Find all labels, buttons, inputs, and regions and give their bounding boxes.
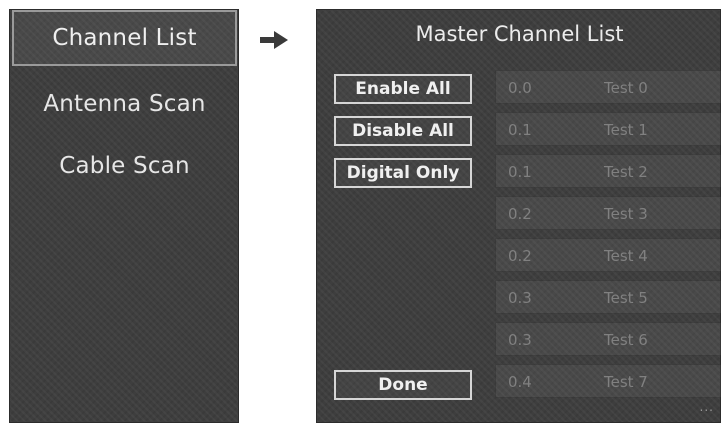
master-channel-list-panel: Master Channel List Enable All Disable A… — [316, 9, 721, 423]
menu-item-label: Channel List — [52, 25, 197, 51]
disable-all-button[interactable]: Disable All — [334, 116, 472, 146]
right-arrow-icon — [260, 31, 288, 49]
channel-name: Test 1 — [604, 121, 648, 139]
channel-number: 0.2 — [508, 247, 532, 265]
channel-name: Test 2 — [604, 163, 648, 181]
channel-row[interactable]: 0.3 Test 5 — [495, 280, 721, 314]
channel-row[interactable]: 0.1 Test 2 — [495, 154, 721, 188]
channel-row[interactable]: 0.3 Test 6 — [495, 322, 721, 356]
channel-number: 0.4 — [508, 373, 532, 391]
menu-item-label: Antenna Scan — [43, 91, 206, 117]
channel-name: Test 7 — [604, 373, 648, 391]
channel-name: Test 3 — [604, 205, 648, 223]
done-button[interactable]: Done — [334, 370, 472, 400]
channel-number: 0.3 — [508, 289, 532, 307]
channel-name: Test 5 — [604, 289, 648, 307]
digital-only-button[interactable]: Digital Only — [334, 158, 472, 188]
channel-row[interactable]: 0.1 Test 1 — [495, 112, 721, 146]
channel-row[interactable]: 0.2 Test 3 — [495, 196, 721, 230]
channel-row[interactable]: 0.2 Test 4 — [495, 238, 721, 272]
channel-row[interactable]: 0.4 Test 7 — [495, 364, 721, 398]
channel-number: 0.2 — [508, 205, 532, 223]
menu-item-cable-scan[interactable]: Cable Scan — [12, 138, 237, 194]
channel-number: 0.1 — [508, 121, 532, 139]
channel-name: Test 6 — [604, 331, 648, 349]
menu-item-label: Cable Scan — [59, 153, 190, 179]
channel-name: Test 4 — [604, 247, 648, 265]
channel-number: 0.3 — [508, 331, 532, 349]
tv-settings-screen: Channel List Antenna Scan Cable Scan Mas… — [0, 0, 721, 423]
channel-menu-panel: Channel List Antenna Scan Cable Scan — [9, 9, 239, 423]
menu-item-antenna-scan[interactable]: Antenna Scan — [12, 76, 237, 132]
panel-title: Master Channel List — [415, 22, 624, 46]
menu-item-channel-list[interactable]: Channel List — [12, 10, 237, 66]
channel-number: 0.1 — [508, 163, 532, 181]
channel-row[interactable]: 0.0 Test 0 — [495, 70, 721, 104]
enable-all-button[interactable]: Enable All — [334, 74, 472, 104]
channel-name: Test 0 — [604, 79, 648, 97]
channel-number: 0.0 — [508, 79, 532, 97]
more-indicator: ... — [699, 400, 714, 414]
